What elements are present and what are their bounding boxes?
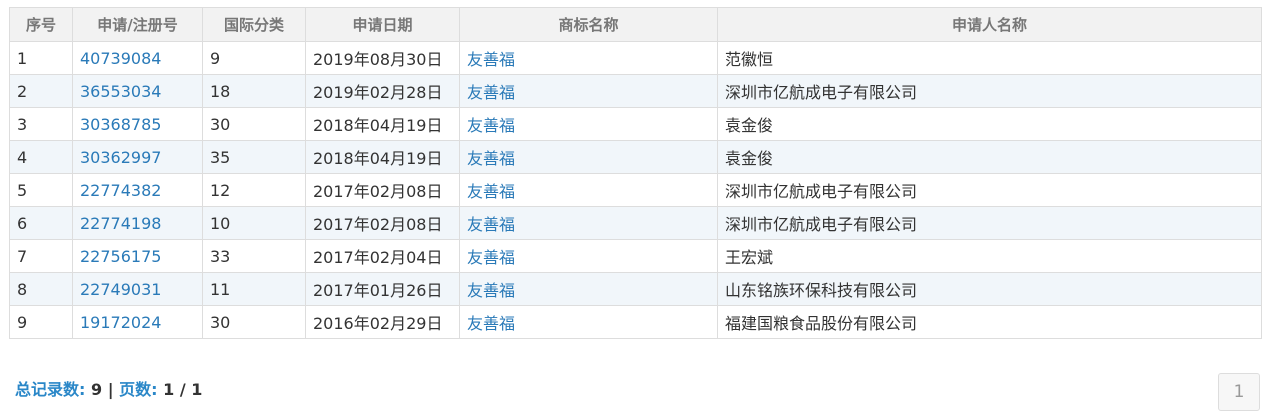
header-serial: 序号 bbox=[9, 7, 73, 42]
cell-intl-class: 11 bbox=[202, 272, 306, 306]
header-applicant: 申请人名称 bbox=[717, 7, 1262, 42]
cell-intl-class: 35 bbox=[202, 140, 306, 174]
cell-apply-date: 2016年02月29日 bbox=[305, 305, 460, 339]
cell-intl-class: 18 bbox=[202, 74, 306, 108]
record-summary: 总记录数: 9 | 页数: 1 / 1 bbox=[15, 376, 202, 400]
reg-number-link[interactable]: 19172024 bbox=[72, 305, 203, 339]
table-row: 9 19172024 30 2016年02月29日 友善福 福建国粮食品股份有限公司 bbox=[9, 305, 1262, 339]
trademark-name-link[interactable]: 友善福 bbox=[459, 206, 718, 240]
header-reg-number: 申请/注册号 bbox=[72, 7, 203, 42]
header-intl-class: 国际分类 bbox=[202, 7, 306, 42]
cell-apply-date: 2017年02月08日 bbox=[305, 173, 460, 207]
cell-apply-date: 2018年04月19日 bbox=[305, 140, 460, 174]
table-row: 6 22774198 10 2017年02月08日 友善福 深圳市亿航成电子有限公司 bbox=[9, 206, 1262, 240]
reg-number-link[interactable]: 22774382 bbox=[72, 173, 203, 207]
reg-number-link[interactable]: 22749031 bbox=[72, 272, 203, 306]
cell-intl-class: 12 bbox=[202, 173, 306, 207]
cell-applicant: 王宏斌 bbox=[717, 239, 1262, 273]
cell-serial: 8 bbox=[9, 272, 73, 306]
cell-apply-date: 2017年02月04日 bbox=[305, 239, 460, 273]
cell-apply-date: 2017年02月08日 bbox=[305, 206, 460, 240]
trademark-table-container: 序号 申请/注册号 国际分类 申请日期 商标名称 申请人名称 1 40739084… bbox=[9, 7, 1262, 339]
cell-intl-class: 30 bbox=[202, 107, 306, 141]
cell-applicant: 福建国粮食品股份有限公司 bbox=[717, 305, 1262, 339]
total-records-value: 9 bbox=[90, 380, 103, 399]
table-row: 5 22774382 12 2017年02月08日 友善福 深圳市亿航成电子有限公司 bbox=[9, 173, 1262, 207]
header-apply-date: 申请日期 bbox=[305, 7, 460, 42]
cell-serial: 1 bbox=[9, 41, 73, 75]
cell-applicant: 深圳市亿航成电子有限公司 bbox=[717, 173, 1262, 207]
table-row: 8 22749031 11 2017年01月26日 友善福 山东铭族环保科技有限公司 bbox=[9, 272, 1262, 306]
cell-intl-class: 9 bbox=[202, 41, 306, 75]
table-row: 4 30362997 35 2018年04月19日 友善福 袁金俊 bbox=[9, 140, 1262, 174]
cell-serial: 6 bbox=[9, 206, 73, 240]
cell-intl-class: 10 bbox=[202, 206, 306, 240]
cell-serial: 9 bbox=[9, 305, 73, 339]
cell-applicant: 山东铭族环保科技有限公司 bbox=[717, 272, 1262, 306]
cell-serial: 4 bbox=[9, 140, 73, 174]
trademark-name-link[interactable]: 友善福 bbox=[459, 140, 718, 174]
trademark-table: 序号 申请/注册号 国际分类 申请日期 商标名称 申请人名称 1 40739084… bbox=[9, 7, 1262, 339]
trademark-name-link[interactable]: 友善福 bbox=[459, 41, 718, 75]
cell-serial: 7 bbox=[9, 239, 73, 273]
total-records-label: 总记录数: bbox=[15, 380, 86, 399]
cell-apply-date: 2019年02月28日 bbox=[305, 74, 460, 108]
table-header-row: 序号 申请/注册号 国际分类 申请日期 商标名称 申请人名称 bbox=[9, 7, 1262, 42]
cell-applicant: 袁金俊 bbox=[717, 140, 1262, 174]
cell-applicant: 深圳市亿航成电子有限公司 bbox=[717, 74, 1262, 108]
trademark-name-link[interactable]: 友善福 bbox=[459, 74, 718, 108]
reg-number-link[interactable]: 22756175 bbox=[72, 239, 203, 273]
page-count-value: 1 / 1 bbox=[163, 380, 203, 399]
reg-number-link[interactable]: 40739084 bbox=[72, 41, 203, 75]
cell-intl-class: 33 bbox=[202, 239, 306, 273]
table-row: 2 36553034 18 2019年02月28日 友善福 深圳市亿航成电子有限公司 bbox=[9, 74, 1262, 108]
summary-separator: | bbox=[107, 380, 114, 399]
trademark-name-link[interactable]: 友善福 bbox=[459, 107, 718, 141]
trademark-name-link[interactable]: 友善福 bbox=[459, 173, 718, 207]
table-row: 1 40739084 9 2019年08月30日 友善福 范徽恒 bbox=[9, 41, 1262, 75]
table-row: 3 30368785 30 2018年04月19日 友善福 袁金俊 bbox=[9, 107, 1262, 141]
reg-number-link[interactable]: 30368785 bbox=[72, 107, 203, 141]
cell-intl-class: 30 bbox=[202, 305, 306, 339]
cell-apply-date: 2019年08月30日 bbox=[305, 41, 460, 75]
cell-serial: 5 bbox=[9, 173, 73, 207]
cell-serial: 3 bbox=[9, 107, 73, 141]
table-body: 1 40739084 9 2019年08月30日 友善福 范徽恒 2 36553034 18 20… bbox=[9, 41, 1262, 339]
reg-number-link[interactable]: 22774198 bbox=[72, 206, 203, 240]
trademark-name-link[interactable]: 友善福 bbox=[459, 272, 718, 306]
trademark-name-link[interactable]: 友善福 bbox=[459, 305, 718, 339]
reg-number-link[interactable]: 30362997 bbox=[72, 140, 203, 174]
cell-applicant: 袁金俊 bbox=[717, 107, 1262, 141]
cell-apply-date: 2017年01月26日 bbox=[305, 272, 460, 306]
reg-number-link[interactable]: 36553034 bbox=[72, 74, 203, 108]
cell-apply-date: 2018年04月19日 bbox=[305, 107, 460, 141]
table-row: 7 22756175 33 2017年02月04日 友善福 王宏斌 bbox=[9, 239, 1262, 273]
header-trademark-name: 商标名称 bbox=[459, 7, 718, 42]
cell-applicant: 范徽恒 bbox=[717, 41, 1262, 75]
page-count-label: 页数: bbox=[119, 380, 158, 399]
trademark-name-link[interactable]: 友善福 bbox=[459, 239, 718, 273]
cell-applicant: 深圳市亿航成电子有限公司 bbox=[717, 206, 1262, 240]
cell-serial: 2 bbox=[9, 74, 73, 108]
pagination-page-button[interactable]: 1 bbox=[1218, 373, 1260, 411]
